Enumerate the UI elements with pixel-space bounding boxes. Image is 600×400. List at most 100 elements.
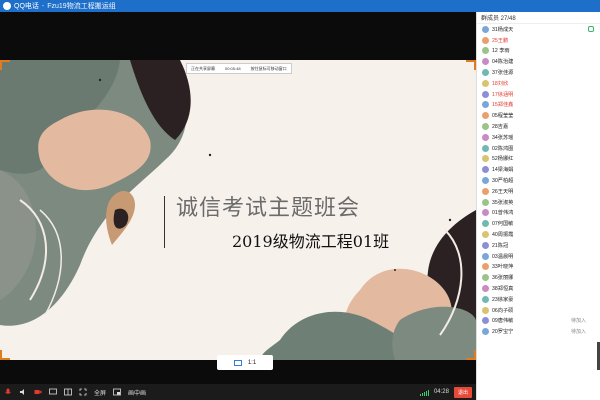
avatar [482,317,489,325]
member-item[interactable]: 35张淑英 [477,197,600,208]
avatar [482,79,489,87]
avatar [482,58,489,66]
exit-button[interactable]: 退出 [453,386,472,398]
member-name: 40周振霞 [492,232,514,239]
member-item[interactable]: 23徐家豪 [477,294,600,305]
member-item[interactable]: 28吉嘉 [477,121,600,132]
member-panel: 群成员 27/48 31杨成天 25王鹏 12 李雨 04陈治建 37张佳源 18刘欣 17… [476,12,600,400]
screen-icon [233,359,242,366]
member-status: 待加入 [570,318,586,325]
avatar [482,144,489,152]
zoom-label: 1:1 [247,359,257,366]
member-item[interactable]: 30严柏超 [477,175,600,186]
avatar [482,306,489,314]
member-item[interactable]: 01曾伟鸿 [477,208,600,219]
pip-button[interactable]: 画中画 [128,388,146,397]
avatar [482,220,489,228]
member-item[interactable]: 36张丽娜 [477,272,600,283]
member-item[interactable]: 03温晨明 [477,251,600,262]
fullscreen-icon[interactable] [79,388,87,396]
member-name: 04陈治建 [492,59,514,66]
avatar [482,101,489,109]
title-separator: - [41,2,45,10]
avatar [482,69,489,77]
member-item[interactable]: 34张苏瑶 [477,132,600,143]
signal-icon [419,389,429,396]
frame-corner-bottom-right [466,350,476,360]
toolbar-right: 04:28 退出 [419,386,476,398]
member-status: 待加入 [570,329,586,336]
avatar [482,177,489,185]
member-list: 31杨成天 25王鹏 12 李雨 04陈治建 37张佳源 18刘欣 17徐涵明 15郑佳鑫 05… [477,24,600,337]
speaker-icon[interactable] [19,388,27,396]
zoom-toggle-button[interactable]: 1:1 [217,355,273,370]
avatar [482,123,489,131]
avatar [482,252,489,260]
share-hint: 按住鼠标可移动窗口 [250,65,287,71]
member-name: 34张苏瑶 [492,134,514,141]
member-item[interactable]: 05程莹莹 [477,110,600,121]
avatar [482,198,489,206]
member-name: 09唐伟敏 [492,318,514,325]
member-item[interactable]: 37张佳源 [477,67,600,78]
share-status-bar[interactable]: 正在共享屏幕 00:05:48 按住鼠标可移动窗口 [186,63,292,74]
fullscreen-button[interactable]: 全屏 [94,388,106,397]
qq-logo-icon [3,2,11,10]
member-name: 12 李雨 [492,48,510,55]
frame-corner-top-right [466,60,476,70]
slide-subtitle: 2019级物流工程01班 [232,232,390,251]
app-name: QQ电话 [14,3,39,10]
member-item[interactable]: 06向子硕 [477,305,600,316]
member-item[interactable]: 33叶晓萍 [477,262,600,273]
member-item[interactable]: 25王鹏 [477,35,600,46]
mic-icon[interactable] [4,388,12,396]
camera-off-icon[interactable] [34,388,42,396]
member-name: 05程莹莹 [492,113,514,120]
share-status-text: 正在共享屏幕 [191,65,215,71]
member-item[interactable]: 40周振霞 [477,229,600,240]
pip-icon[interactable] [113,388,121,396]
share-timer: 00:05:48 [225,66,241,71]
member-name: 31杨成天 [492,26,514,33]
member-item[interactable]: 14梁海娟 [477,164,600,175]
window-titlebar: QQ电话 - Fzu19物流工程搬运组 [0,0,600,12]
layout-icon[interactable] [64,388,72,396]
member-item[interactable]: 15郑佳鑫 [477,100,600,111]
shared-slide[interactable]: 正在共享屏幕 00:05:48 按住鼠标可移动窗口 诚信考试主题班会 2019级… [0,60,476,360]
avatar [482,274,489,282]
screen-share-stage[interactable]: 正在共享屏幕 00:05:48 按住鼠标可移动窗口 诚信考试主题班会 2019级… [0,12,476,384]
avatar [482,295,489,303]
member-item[interactable]: 07何国敏 [477,218,600,229]
member-item[interactable]: 52杨娜红 [477,154,600,165]
speaking-icon [588,26,594,33]
avatar [482,187,489,195]
avatar [482,285,489,293]
member-name: 14梁海娟 [492,167,514,174]
avatar [482,166,489,174]
member-item[interactable]: 26王天明 [477,186,600,197]
member-item[interactable]: 20罗宝宁 待加入 [477,326,600,337]
member-name: 07何国敏 [492,221,514,228]
member-name: 26王天明 [492,188,514,195]
member-item[interactable]: 12 李雨 [477,46,600,57]
member-name: 20罗宝宁 [492,329,514,336]
member-item[interactable]: 18刘欣 [477,78,600,89]
member-name: 38郑恒真 [492,286,514,293]
member-item[interactable]: 04陈治建 [477,56,600,67]
member-item[interactable]: 09唐伟敏 待加入 [477,316,600,327]
avatar [482,90,489,98]
member-name: 36张丽娜 [492,275,514,282]
member-item[interactable]: 38郑恒真 [477,283,600,294]
member-name: 37张佳源 [492,70,514,77]
member-name: 03温晨明 [492,253,514,260]
member-item[interactable]: 31杨成天 [477,24,600,35]
member-name: 17徐涵明 [492,91,514,98]
member-item[interactable]: 02陈鸿图 [477,143,600,154]
call-toolbar: 全屏 画中画 04:28 退出 [0,384,476,400]
screen-share-icon[interactable] [49,388,57,396]
avatar [482,209,489,217]
member-name: 33叶晓萍 [492,264,514,271]
member-item[interactable]: 17徐涵明 [477,89,600,100]
avatar [482,231,489,239]
member-item[interactable]: 21陈冠 [477,240,600,251]
